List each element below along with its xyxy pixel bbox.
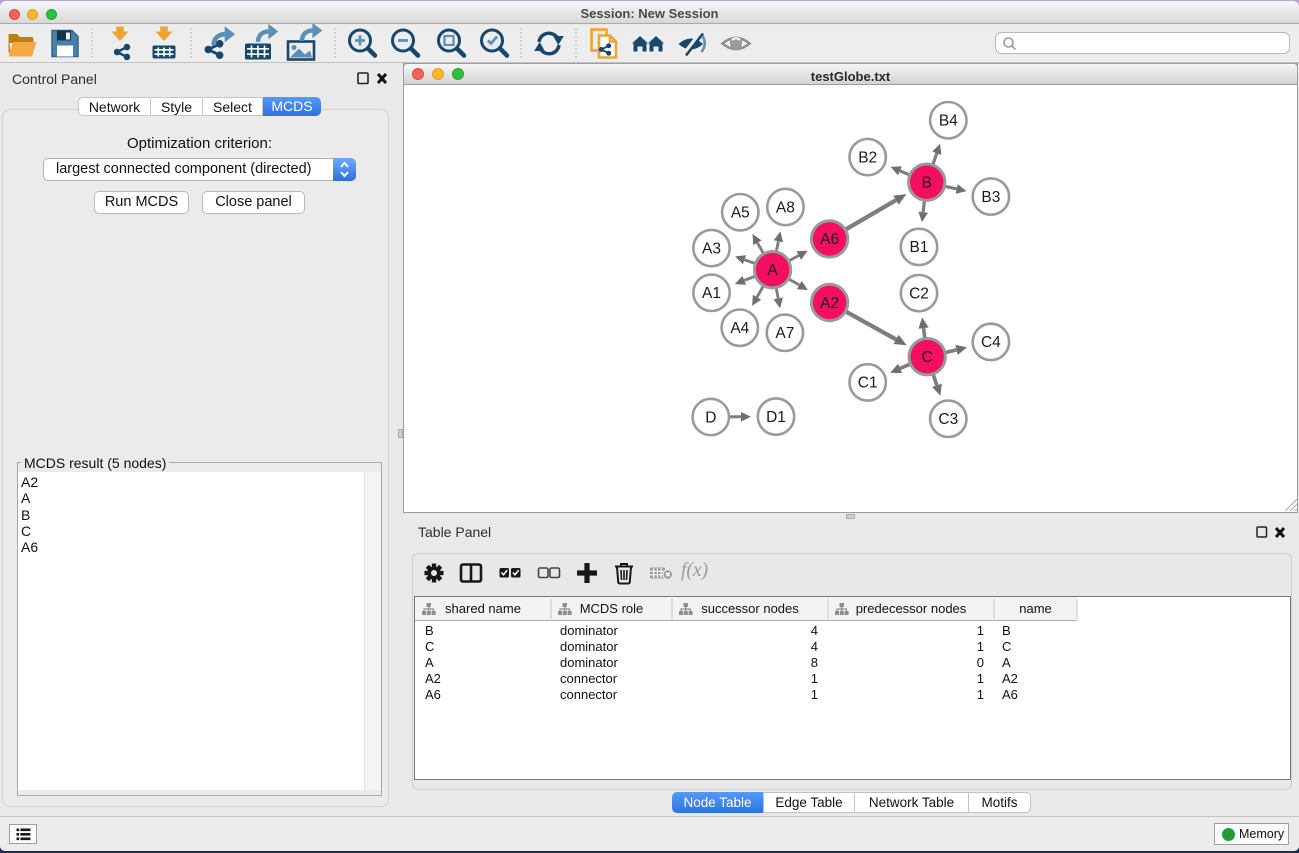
svg-text:B: B (922, 175, 932, 192)
svg-text:A1: A1 (702, 285, 721, 302)
svg-text:C: C (922, 349, 933, 366)
svg-text:B2: B2 (858, 149, 877, 166)
svg-text:A6: A6 (820, 231, 839, 248)
svg-text:C1: C1 (858, 375, 878, 392)
svg-text:B1: B1 (910, 239, 929, 256)
svg-text:A4: A4 (730, 320, 749, 337)
svg-text:A7: A7 (775, 325, 794, 342)
svg-text:A8: A8 (776, 199, 795, 216)
svg-text:A5: A5 (731, 205, 750, 222)
svg-text:B3: B3 (981, 189, 1000, 206)
svg-text:A2: A2 (820, 295, 839, 312)
svg-text:B4: B4 (939, 113, 958, 130)
svg-text:C2: C2 (909, 285, 929, 302)
svg-text:C3: C3 (938, 411, 958, 428)
svg-text:C4: C4 (981, 334, 1001, 351)
svg-text:A: A (767, 262, 778, 279)
svg-text:A3: A3 (702, 240, 721, 257)
svg-text:D1: D1 (766, 409, 786, 426)
svg-text:D: D (705, 409, 716, 426)
